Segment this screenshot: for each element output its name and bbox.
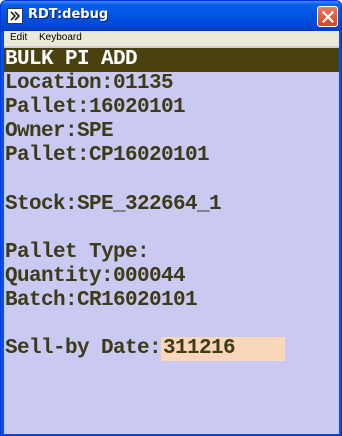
menu-item-edit[interactable]: Edit: [10, 32, 27, 43]
screen-header-title: BULK PI ADD: [5, 48, 138, 71]
title-bar[interactable]: RDT:debug: [1, 1, 341, 31]
sell-by-date-input[interactable]: 311216: [161, 337, 286, 361]
app-window: RDT:debug Edit Keyboard BULK PI ADD Loca…: [0, 0, 342, 436]
pallet-type-line: Pallet Type:: [5, 241, 150, 264]
app-icon[interactable]: [7, 8, 23, 24]
close-icon: [322, 11, 334, 23]
owner-line: Owner:SPE: [5, 120, 114, 143]
close-button[interactable]: [317, 6, 338, 27]
sell-by-row: Sell-by Date:311216: [5, 337, 286, 361]
pallet-line: Pallet:16020101: [5, 96, 186, 119]
screen-header: BULK PI ADD: [4, 48, 339, 72]
batch-line: Batch:CR16020101: [5, 289, 198, 312]
terminal-screen: BULK PI ADD Location:01135 Pallet:160201…: [4, 47, 339, 434]
pallet-cp-line: Pallet:CP16020101: [5, 144, 210, 167]
menu-item-keyboard[interactable]: Keyboard: [39, 32, 82, 43]
location-line: Location:01135: [5, 72, 174, 95]
client-area: Edit Keyboard BULK PI ADD Location:01135…: [4, 31, 339, 434]
stock-line: Stock:SPE_322664_1: [5, 193, 222, 216]
menu-bar: Edit Keyboard: [4, 31, 339, 47]
sell-by-label: Sell-by Date:: [5, 337, 162, 360]
quantity-line: Quantity:000044: [5, 265, 186, 288]
window-title: RDT:debug: [28, 7, 109, 22]
